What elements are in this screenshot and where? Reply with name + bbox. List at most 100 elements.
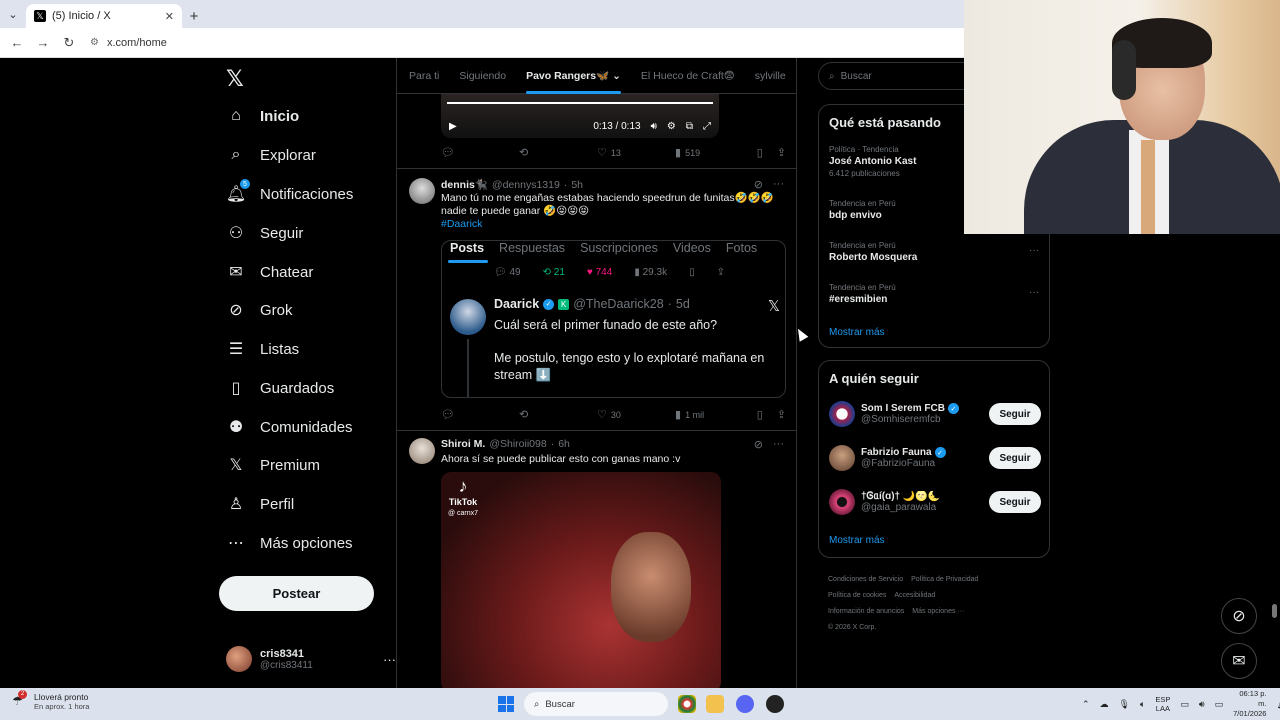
- share-icon[interactable]: ⇪: [777, 408, 786, 421]
- follow-suggestion[interactable]: Fabrizio Fauna ✓ @FabrizioFauna Seguir: [829, 443, 1041, 473]
- more-dots-icon[interactable]: ···: [1029, 245, 1039, 256]
- reload-icon[interactable]: ↻: [58, 32, 80, 54]
- footer-link[interactable]: Condiciones de Servicio: [828, 576, 903, 583]
- pip-icon[interactable]: ⧉: [686, 121, 693, 132]
- tab-para-ti[interactable]: Para ti: [409, 58, 439, 94]
- views-button[interactable]: ▮ 1 mil: [675, 408, 753, 421]
- messages-fab-button[interactable]: ✉: [1221, 643, 1257, 679]
- display-icon[interactable]: ▭: [1180, 699, 1189, 710]
- video-player[interactable]: ▶ 0:13 / 0:13 🔊︎ ⚙ ⧉ ⤢: [441, 94, 719, 138]
- forward-arrow-icon[interactable]: →: [32, 32, 54, 54]
- nav-item-chatear[interactable]: ✉ Chatear: [226, 257, 313, 287]
- taskbar-search[interactable]: ⌕ Buscar: [524, 692, 668, 716]
- footer-link[interactable]: Política de Privacidad: [911, 576, 978, 583]
- language-indicator[interactable]: ESP LAA: [1155, 695, 1170, 713]
- embedded-screenshot[interactable]: Posts Respuestas Suscripciones Videos Fo…: [441, 240, 786, 398]
- windows-start-icon[interactable]: [498, 696, 514, 712]
- footer-link[interactable]: Accesibilidad: [894, 592, 935, 599]
- chrome-icon[interactable]: [678, 695, 696, 713]
- more-dots-icon[interactable]: ···: [773, 178, 784, 191]
- like-button[interactable]: ♡ 30: [597, 408, 675, 421]
- views-button[interactable]: ▮ 519: [675, 146, 753, 159]
- author-handle[interactable]: @Shiroii098: [489, 438, 546, 450]
- url-field[interactable]: ⚙ x.com/home: [90, 37, 167, 49]
- nav-item-explorar[interactable]: ⌕ Explorar: [226, 140, 316, 170]
- fullscreen-icon[interactable]: ⤢: [703, 121, 711, 132]
- microphone-icon[interactable]: 🎙︎: [1119, 699, 1130, 710]
- like-button[interactable]: ♡ 13: [597, 146, 675, 159]
- new-tab-button[interactable]: +: [182, 4, 206, 28]
- bookmark-icon[interactable]: ▯: [757, 408, 763, 421]
- volume-icon[interactable]: 🔊︎: [651, 121, 657, 132]
- hashtag-link[interactable]: #Daarick: [441, 218, 781, 231]
- avatar[interactable]: [409, 178, 435, 204]
- notification-bell-icon[interactable]: 🔔︎: [1276, 699, 1280, 710]
- chevron-up-icon[interactable]: ⌃: [1082, 699, 1090, 710]
- discord-icon[interactable]: [736, 695, 754, 713]
- tab-pavo-rangers[interactable]: Pavo Rangers🦋 ⌄: [526, 58, 621, 94]
- nav-item-comunidades[interactable]: ⚉ Comunidades: [226, 412, 353, 442]
- grok-icon[interactable]: ⊘: [754, 438, 763, 451]
- reply-button[interactable]: 💬︎: [441, 146, 519, 159]
- author-name[interactable]: Shiroi M.: [441, 438, 485, 450]
- post-time[interactable]: 5h: [571, 179, 583, 191]
- footer-link[interactable]: Información de anuncios: [828, 608, 904, 615]
- weather-widget[interactable]: ☂ 2 Lloverá pronto En aprox. 1 hora: [12, 689, 89, 711]
- video-progress-bar[interactable]: [447, 102, 713, 104]
- share-icon[interactable]: ⇪: [777, 146, 786, 159]
- more-dots-icon[interactable]: ···: [383, 652, 396, 667]
- post-button[interactable]: Postear: [219, 576, 374, 611]
- avatar[interactable]: [409, 438, 435, 464]
- show-more-trends-link[interactable]: Mostrar más: [829, 327, 885, 338]
- more-dots-icon[interactable]: ···: [773, 438, 784, 451]
- close-tab-icon[interactable]: ✕: [165, 10, 174, 23]
- tab-siguiendo[interactable]: Siguiendo: [459, 58, 506, 94]
- grok-fab-button[interactable]: ⊘: [1221, 598, 1257, 634]
- back-arrow-icon[interactable]: ←: [6, 32, 28, 54]
- nav-item-premium[interactable]: 𝕏 Premium: [226, 450, 320, 480]
- site-info-icon[interactable]: ⚙: [90, 37, 99, 48]
- nav-item-grok[interactable]: ⊘ Grok: [226, 295, 292, 325]
- trend-item[interactable]: Tendencia en Perú Roberto Mosquera ···: [829, 241, 1039, 263]
- follow-suggestion[interactable]: Som I Serem FCB ✓ @Somhiseremfcb Seguir: [829, 399, 1041, 429]
- author-name[interactable]: dennis🐈‍⬛: [441, 178, 488, 191]
- reply-button[interactable]: 💬︎: [441, 408, 519, 421]
- repost-button[interactable]: ⟲: [519, 146, 597, 159]
- footer-link[interactable]: Más opciones ···: [912, 608, 964, 615]
- nav-item-seguir[interactable]: ⚇ Seguir: [226, 218, 304, 248]
- trend-item[interactable]: Tendencia en Perú #eresmibien ···: [829, 283, 1039, 305]
- speaker-icon[interactable]: 🔈︎: [1140, 699, 1145, 710]
- footer-link[interactable]: Política de cookies: [828, 592, 886, 599]
- nav-item-inicio[interactable]: ⌂ Inicio: [226, 101, 299, 131]
- post-time[interactable]: 6h: [558, 438, 570, 450]
- tab-search-chevron-icon[interactable]: ⌄: [0, 0, 26, 28]
- settings-icon[interactable]: ⚙: [667, 121, 676, 132]
- follow-button[interactable]: Seguir: [989, 403, 1041, 425]
- tab-hueco-de-craft[interactable]: El Hueco de Craft😨: [641, 58, 735, 94]
- nav-item-perfil[interactable]: ♙ Perfil: [226, 489, 294, 519]
- nav-item-mas-opciones[interactable]: ⋯ Más opciones: [226, 528, 353, 558]
- obs-icon[interactable]: [766, 695, 784, 713]
- nav-item-listas[interactable]: ☰ Listas: [226, 334, 299, 364]
- grok-icon[interactable]: ⊘: [754, 178, 763, 191]
- show-more-follow-link[interactable]: Mostrar más: [829, 535, 885, 546]
- follow-suggestion[interactable]: †Ꮆᥲí(ɑ)† 🌙🌝🌜 @gaia_parawala Seguir: [829, 487, 1041, 517]
- repost-button[interactable]: ⟲: [519, 408, 597, 421]
- tab-sylville[interactable]: sylville: [755, 58, 786, 94]
- account-switcher[interactable]: cris8341 @cris83411 ···: [226, 642, 396, 676]
- play-icon[interactable]: ▶: [449, 121, 457, 132]
- network-icon[interactable]: ☁: [1100, 699, 1109, 710]
- clock[interactable]: 06:13 p. m. 7/01/2026: [1233, 689, 1266, 719]
- nav-item-guardados[interactable]: ▯ Guardados: [226, 373, 335, 403]
- nav-item-notificaciones[interactable]: 🔔︎ 5 Notificaciones: [226, 179, 353, 209]
- author-handle[interactable]: @dennys1319: [492, 179, 560, 191]
- x-logo-icon[interactable]: 𝕏: [226, 66, 244, 92]
- follow-button[interactable]: Seguir: [989, 491, 1041, 513]
- volume-icon[interactable]: 🔊︎: [1199, 699, 1205, 710]
- file-explorer-icon[interactable]: [706, 695, 724, 713]
- scrollbar-thumb[interactable]: [1272, 604, 1277, 618]
- bookmark-icon[interactable]: ▯: [757, 146, 763, 159]
- browser-tab[interactable]: 𝕏 (5) Inicio / X ✕: [26, 4, 182, 28]
- battery-icon[interactable]: ▭: [1215, 699, 1224, 710]
- more-dots-icon[interactable]: ···: [1029, 287, 1039, 298]
